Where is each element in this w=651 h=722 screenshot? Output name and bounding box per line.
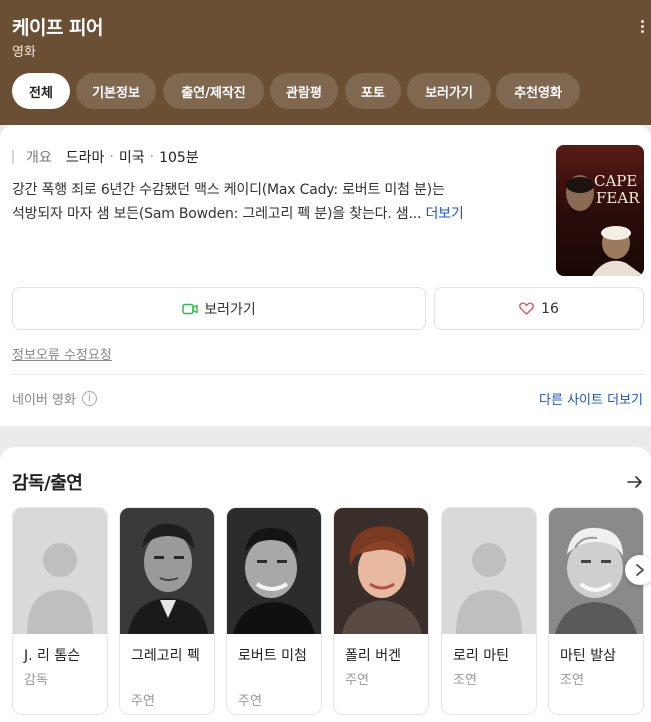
like-count: 16 bbox=[541, 300, 559, 317]
country: 미국 bbox=[118, 150, 145, 166]
person-role: 감독 bbox=[24, 673, 48, 688]
chevron-right-icon bbox=[636, 564, 644, 576]
tab-watch[interactable]: 보러가기 bbox=[407, 73, 491, 109]
runtime: 105분 bbox=[159, 150, 199, 166]
separator-dot: · bbox=[109, 149, 114, 165]
divider bbox=[12, 374, 644, 375]
watch-button-label: 보러가기 bbox=[204, 301, 256, 318]
genre: 드라마 bbox=[65, 150, 105, 166]
person-role: 조연 bbox=[453, 673, 477, 688]
poster-image: CAPE FEAR bbox=[556, 145, 644, 276]
person-photo bbox=[227, 508, 321, 634]
section-title: 감독/출연 bbox=[12, 473, 83, 494]
overview-row: 개요 드라마 · 미국 · 105분 bbox=[12, 147, 199, 167]
cast-card-item[interactable]: 그레고리 펙 주연 bbox=[119, 507, 215, 715]
more-options-icon[interactable] bbox=[634, 18, 650, 40]
person-name: 로버트 미첨 bbox=[238, 648, 307, 664]
cast-card-item[interactable]: 로리 마틴 조연 bbox=[441, 507, 537, 715]
person-name: J. 리 톰슨 bbox=[24, 648, 81, 664]
carousel-next-button[interactable] bbox=[625, 555, 651, 585]
tab-all[interactable]: 전체 bbox=[12, 73, 70, 109]
person-name: 폴리 버겐 bbox=[345, 648, 401, 664]
page-subtitle: 영화 bbox=[12, 45, 36, 60]
arrow-right-icon[interactable] bbox=[626, 473, 644, 491]
cast-card-item[interactable]: J. 리 톰슨 감독 bbox=[12, 507, 108, 715]
tab-photos[interactable]: 포토 bbox=[345, 73, 401, 109]
report-error-link[interactable]: 정보오류 수정요청 bbox=[12, 344, 112, 363]
movie-poster[interactable]: CAPE FEAR bbox=[556, 145, 644, 276]
person-photo bbox=[120, 508, 214, 634]
tab-bar: 전체 기본정보 출연/제작진 관람평 포토 보러가기 추천영화 bbox=[0, 73, 651, 109]
person-photo bbox=[334, 508, 428, 634]
person-name: 그레고리 펙 bbox=[131, 648, 200, 664]
synopsis: 강간 폭행 죄로 6년간 수감됐던 맥스 케이디(Max Cady: 로버트 미… bbox=[12, 178, 540, 226]
source-row: 네이버 영화 i bbox=[12, 389, 97, 408]
like-button[interactable]: 16 bbox=[434, 287, 644, 330]
tab-reviews[interactable]: 관람평 bbox=[270, 73, 338, 109]
synopsis-more-link[interactable]: 더보기 bbox=[425, 206, 463, 222]
heart-icon bbox=[519, 302, 534, 315]
person-role: 조연 bbox=[560, 673, 584, 688]
overview-label: 개요 bbox=[26, 150, 52, 166]
person-photo-placeholder bbox=[442, 508, 536, 634]
other-sites-link[interactable]: 다른 사이트 더보기 bbox=[539, 389, 643, 408]
overview-divider bbox=[12, 150, 14, 164]
person-photo-placeholder bbox=[13, 508, 107, 634]
page-title: 케이프 피어 bbox=[12, 17, 104, 39]
overview-card: 개요 드라마 · 미국 · 105분 강간 폭행 죄로 6년간 수감됐던 맥스 … bbox=[0, 125, 651, 426]
header: 케이프 피어 영화 전체 기본정보 출연/제작진 관람평 포토 보러가기 추천영… bbox=[0, 0, 651, 125]
cast-list: J. 리 톰슨 감독 그레고리 펙 주연 로버트 미첨 주연 폴리 버겐 주연 … bbox=[12, 507, 651, 717]
person-role: 주연 bbox=[131, 694, 155, 709]
poster-title: FEAR bbox=[596, 189, 640, 207]
tab-cast-crew[interactable]: 출연/제작진 bbox=[163, 73, 264, 109]
source-label: 네이버 영화 bbox=[12, 393, 76, 408]
info-icon[interactable]: i bbox=[81, 391, 97, 406]
watch-button[interactable]: 보러가기 bbox=[12, 287, 426, 330]
person-name: 로리 마틴 bbox=[453, 648, 509, 664]
person-role: 주연 bbox=[345, 673, 369, 688]
synopsis-line: 강간 폭행 죄로 6년간 수감됐던 맥스 케이디(Max Cady: 로버트 미… bbox=[12, 182, 445, 198]
tab-recommended[interactable]: 추천영화 bbox=[496, 73, 580, 109]
cast-card-item[interactable]: 마틴 발삼 조연 bbox=[548, 507, 644, 715]
poster-title: CAPE bbox=[594, 172, 637, 190]
person-name: 마틴 발삼 bbox=[560, 648, 616, 664]
video-camera-icon bbox=[182, 303, 198, 314]
tab-basic-info[interactable]: 기본정보 bbox=[76, 73, 156, 109]
cast-card-item[interactable]: 폴리 버겐 주연 bbox=[333, 507, 429, 715]
cast-card-item[interactable]: 로버트 미첨 주연 bbox=[226, 507, 322, 715]
person-role: 주연 bbox=[238, 694, 262, 709]
cast-card: 감독/출연 J. 리 톰슨 감독 그레고리 펙 주연 로버트 미첨 주연 폴리 … bbox=[0, 447, 651, 722]
synopsis-line: 석방되자 마자 샘 보든(Sam Bowden: 그레고리 펙 분)을 찾는다.… bbox=[12, 206, 422, 222]
separator-dot: · bbox=[149, 149, 155, 165]
